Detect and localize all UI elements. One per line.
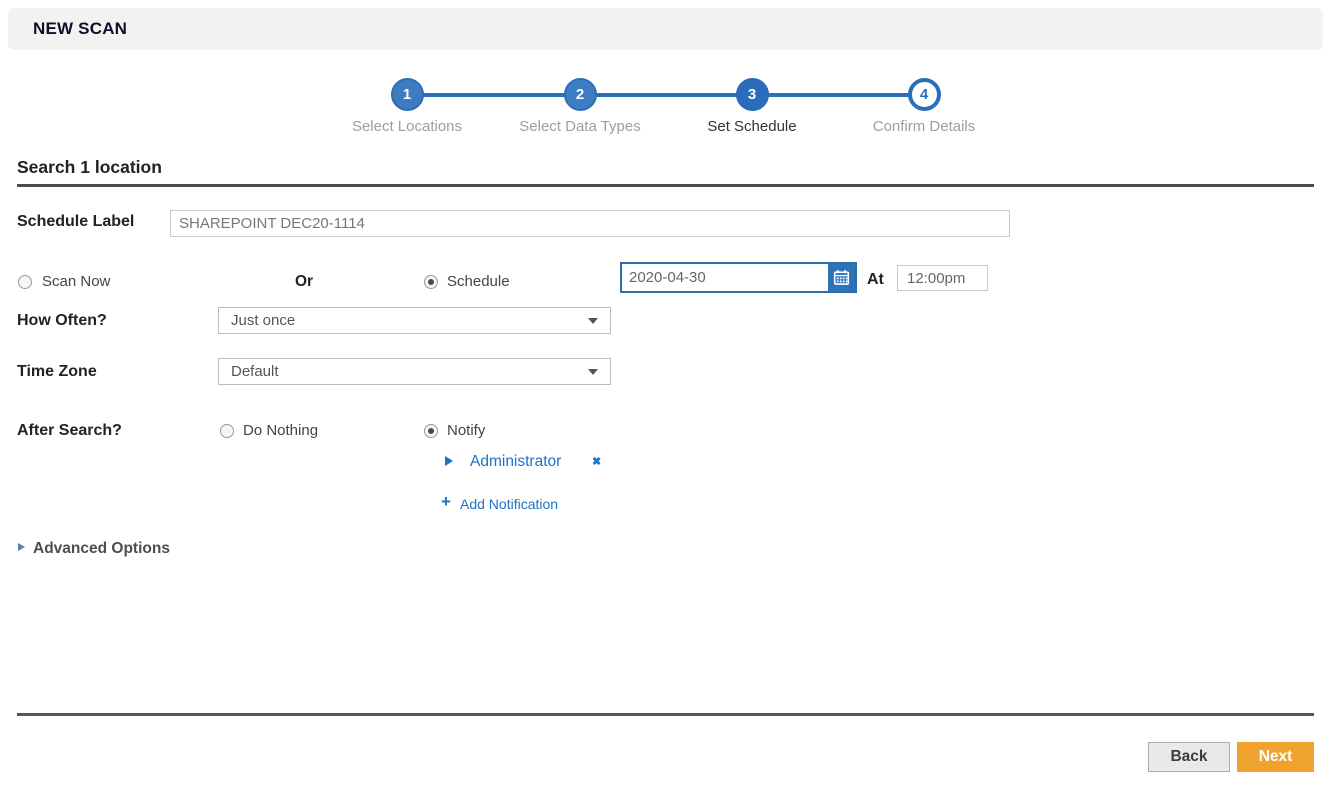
- calendar-button[interactable]: [828, 264, 855, 291]
- step-4-label: Confirm Details: [873, 118, 976, 135]
- how-often-value: Just once: [219, 312, 588, 329]
- calendar-icon: [833, 269, 850, 286]
- new-scan-page: NEW SCAN 1 Select Locations 2 Select Dat…: [0, 0, 1331, 786]
- date-picker-group: [620, 262, 857, 293]
- at-label: At: [867, 271, 884, 289]
- step-3-circle[interactable]: 3: [736, 78, 769, 111]
- schedule-label-label: Schedule Label: [17, 213, 134, 231]
- footer-divider: [17, 713, 1314, 716]
- schedule-radio-label[interactable]: Schedule: [447, 273, 510, 290]
- add-notification-link[interactable]: Add Notification: [460, 496, 558, 512]
- step-select-data-types[interactable]: 2 Select Data Types: [500, 78, 660, 135]
- time-input[interactable]: [897, 265, 988, 291]
- scan-now-radio[interactable]: [18, 275, 32, 289]
- step-2-label: Select Data Types: [519, 118, 640, 135]
- page-title: NEW SCAN: [8, 8, 1323, 50]
- after-search-label: After Search?: [17, 422, 122, 440]
- scan-now-label[interactable]: Scan Now: [42, 273, 110, 290]
- notification-item-administrator[interactable]: Administrator: [470, 453, 561, 471]
- step-select-locations[interactable]: 1 Select Locations: [327, 78, 487, 135]
- step-1-label: Select Locations: [352, 118, 462, 135]
- remove-notification-icon[interactable]: ✖: [592, 455, 601, 468]
- how-often-select[interactable]: Just once: [218, 307, 611, 334]
- page-header: NEW SCAN: [8, 8, 1323, 50]
- section-divider: [17, 184, 1314, 187]
- date-input[interactable]: [622, 264, 828, 291]
- how-often-label: How Often?: [17, 312, 107, 330]
- notify-label[interactable]: Notify: [447, 422, 485, 439]
- step-1-circle[interactable]: 1: [391, 78, 424, 111]
- time-zone-select[interactable]: Default: [218, 358, 611, 385]
- expand-advanced-options-icon[interactable]: [18, 543, 25, 551]
- time-zone-label: Time Zone: [17, 363, 97, 381]
- or-label: Or: [295, 273, 313, 291]
- time-zone-value: Default: [219, 363, 588, 380]
- step-4-circle[interactable]: 4: [908, 78, 941, 111]
- next-button[interactable]: Next: [1237, 742, 1314, 772]
- add-icon[interactable]: +: [441, 492, 451, 512]
- do-nothing-radio[interactable]: [220, 424, 234, 438]
- do-nothing-label[interactable]: Do Nothing: [243, 422, 318, 439]
- chevron-down-icon: [588, 369, 598, 375]
- chevron-down-icon: [588, 318, 598, 324]
- step-3-label: Set Schedule: [707, 118, 796, 135]
- schedule-radio[interactable]: [424, 275, 438, 289]
- section-title: Search 1 location: [17, 157, 162, 178]
- advanced-options-toggle[interactable]: Advanced Options: [33, 540, 170, 558]
- schedule-label-input[interactable]: [170, 210, 1010, 237]
- step-set-schedule[interactable]: 3 Set Schedule: [672, 78, 832, 135]
- step-confirm-details[interactable]: 4 Confirm Details: [844, 78, 1004, 135]
- expand-administrator-icon[interactable]: [445, 456, 453, 466]
- notify-radio[interactable]: [424, 424, 438, 438]
- back-button[interactable]: Back: [1148, 742, 1230, 772]
- step-2-circle[interactable]: 2: [564, 78, 597, 111]
